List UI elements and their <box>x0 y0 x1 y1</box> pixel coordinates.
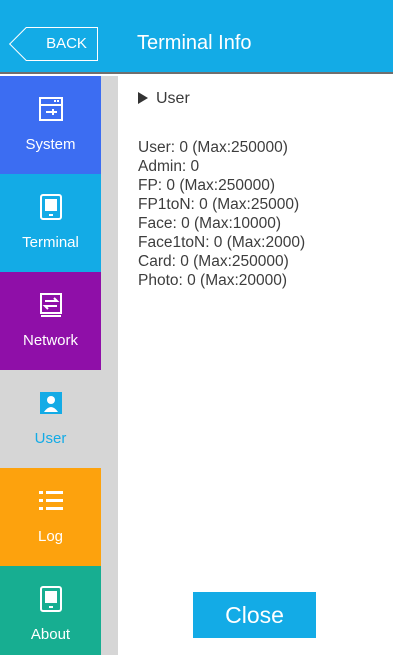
sidebar-item-network[interactable]: Network <box>0 272 101 370</box>
sidebar: System Terminal Network User Log About <box>0 76 118 655</box>
sidebar-item-label: Log <box>37 528 64 545</box>
section-title: User <box>156 90 190 107</box>
sidebar-item-terminal[interactable]: Terminal <box>0 174 101 272</box>
info-line-card: Card: 0 (Max:250000) <box>138 253 289 270</box>
sidebar-item-about[interactable]: About <box>0 566 101 655</box>
sidebar-item-label: System <box>25 136 76 153</box>
back-button[interactable]: BACK <box>26 27 98 61</box>
sidebar-item-label: About <box>30 626 71 643</box>
log-icon <box>39 491 63 510</box>
info-line-fp: FP: 0 (Max:250000) <box>138 177 275 194</box>
sidebar-item-label: Terminal <box>22 234 79 251</box>
info-line-user: User: 0 (Max:250000) <box>138 139 288 156</box>
network-icon <box>40 293 62 317</box>
system-icon <box>39 97 63 121</box>
terminal-icon <box>40 194 62 220</box>
content-panel: User User: 0 (Max:250000) Admin: 0 FP: 0… <box>118 76 393 655</box>
section-header: User <box>138 90 190 108</box>
info-line-face1ton: Face1toN: 0 (Max:2000) <box>138 234 306 251</box>
sidebar-item-log[interactable]: Log <box>0 468 101 566</box>
info-line-face: Face: 0 (Max:10000) <box>138 215 282 232</box>
about-icon <box>40 586 62 612</box>
info-line-fp1ton: FP1toN: 0 (Max:25000) <box>138 196 300 213</box>
back-button-label: BACK <box>46 35 87 52</box>
info-line-photo: Photo: 0 (Max:20000) <box>138 272 288 289</box>
info-line-admin: Admin: 0 <box>138 158 200 175</box>
page-title: Terminal Info <box>137 32 252 54</box>
sidebar-item-user[interactable]: User <box>0 370 101 468</box>
expand-triangle-icon <box>138 92 148 104</box>
sidebar-item-label: User <box>34 430 67 447</box>
sidebar-item-label: Network <box>22 332 78 349</box>
close-button[interactable]: Close <box>193 592 316 638</box>
user-icon <box>40 392 62 414</box>
sidebar-item-system[interactable]: System <box>0 76 101 174</box>
user-info-list: User: 0 (Max:250000) Admin: 0 FP: 0 (Max… <box>138 138 305 290</box>
header-bar: BACK Terminal Info <box>0 0 393 74</box>
